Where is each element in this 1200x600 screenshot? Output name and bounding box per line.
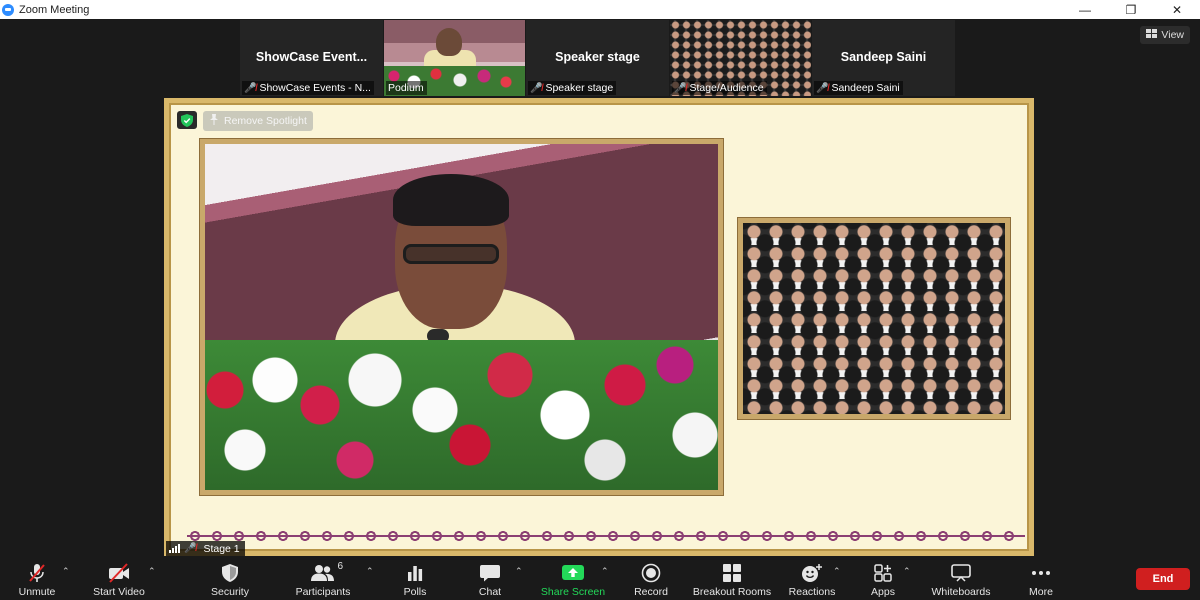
whiteboards-button[interactable]: Whiteboards [930, 560, 992, 598]
meeting-toolbar: Unmute ⌃ Start Video ⌃ Security 6 Partic… [0, 556, 1200, 600]
chat-bubble-icon [478, 563, 502, 583]
stage-name-label: 🎤̸ Stage 1 [166, 541, 245, 556]
remove-spotlight-button[interactable]: Remove Spotlight [203, 111, 313, 131]
stage-backdrop: Remove Spotlight [169, 103, 1029, 551]
start-video-button[interactable]: Start Video [90, 560, 148, 598]
decorative-border [187, 529, 1025, 543]
muted-mic-icon: 🎤̸ [530, 82, 543, 94]
muted-mic-icon: 🎤̸ [674, 82, 687, 94]
share-screen-button[interactable]: Share Screen [540, 560, 606, 598]
participant-label-text: Sandeep Saini [831, 82, 900, 94]
video-off-icon [107, 563, 131, 583]
chat-options-chevron-icon[interactable]: ⌃ [515, 566, 523, 577]
video-options-chevron-icon[interactable]: ⌃ [148, 566, 156, 577]
participant-tile-sandeep-saini[interactable]: Sandeep Saini 🎤̸ Sandeep Saini [812, 20, 955, 96]
more-ellipsis-icon [1029, 563, 1053, 583]
participant-name-label: 🎤̸ Speaker stage [528, 81, 617, 95]
security-label: Security [211, 586, 249, 598]
chat-button[interactable]: Chat [476, 560, 504, 598]
record-label: Record [634, 586, 668, 598]
share-screen-label: Share Screen [540, 586, 606, 598]
participants-label: Participants [295, 586, 351, 598]
participant-label-text: Speaker stage [545, 82, 614, 94]
audience-video-frame [738, 218, 1010, 419]
unmute-button[interactable]: Unmute [14, 560, 60, 598]
speaker-at-podium-image [205, 144, 718, 490]
participants-count: 6 [337, 561, 343, 572]
whiteboard-icon [949, 563, 973, 583]
participant-label-text: Stage/Audience [689, 82, 764, 94]
close-button[interactable]: ✕ [1154, 0, 1200, 19]
participants-icon: 6 [311, 561, 343, 583]
signal-strength-icon [169, 544, 180, 553]
more-button[interactable]: More [1026, 560, 1056, 598]
chat-label: Chat [478, 586, 502, 598]
apps-label: Apps [871, 586, 895, 598]
participants-button[interactable]: 6 Participants [292, 560, 354, 598]
polls-label: Polls [403, 586, 427, 598]
end-meeting-button[interactable]: End [1136, 568, 1190, 590]
breakout-rooms-label: Breakout Rooms [692, 586, 772, 598]
participant-display-name: Speaker stage [555, 50, 640, 64]
participant-name-label: 🎤̸ Stage/Audience [672, 81, 767, 95]
audience-image [743, 223, 1005, 414]
muted-mic-icon: 🎤̸ [184, 543, 197, 554]
participant-tile-showcase[interactable]: ShowCase Event... 🎤̸ ShowCase Events - N… [240, 20, 383, 96]
spotlight-video[interactable]: Remove Spotlight 🎤̸ Stage 1 [164, 98, 1034, 556]
security-button[interactable]: Security [205, 560, 255, 598]
polls-button[interactable]: Polls [400, 560, 430, 598]
encryption-shield-icon[interactable] [177, 111, 197, 129]
breakout-rooms-button[interactable]: Breakout Rooms [692, 560, 772, 598]
whiteboards-label: Whiteboards [931, 586, 991, 598]
participant-display-name: Sandeep Saini [840, 50, 927, 64]
participant-label-text: Podium [388, 82, 424, 94]
share-options-chevron-icon[interactable]: ⌃ [601, 566, 609, 577]
apps-options-chevron-icon[interactable]: ⌃ [903, 566, 911, 577]
zoom-logo-icon [2, 3, 14, 16]
grid-icon [1146, 29, 1158, 41]
record-button[interactable]: Record [632, 560, 670, 598]
title-bar: Zoom Meeting — ❐ ✕ [0, 0, 1200, 19]
zoom-window: Zoom Meeting — ❐ ✕ ShowCase Event... 🎤̸ … [0, 0, 1200, 600]
share-screen-arrow-icon [561, 563, 585, 583]
breakout-rooms-icon [720, 563, 744, 583]
muted-mic-icon: 🎤̸ [816, 82, 829, 94]
participant-name-label: Podium [386, 81, 427, 95]
participant-tile-stage-audience[interactable]: 🎤̸ Stage/Audience [670, 20, 811, 96]
thumbnail-strip: ShowCase Event... 🎤̸ ShowCase Events - N… [240, 20, 955, 96]
view-button[interactable]: View [1140, 26, 1190, 44]
record-icon [639, 563, 663, 583]
view-button-label: View [1161, 29, 1184, 41]
speaker-video-frame [200, 139, 723, 495]
muted-mic-icon: 🎤̸ [244, 82, 257, 94]
restore-button[interactable]: ❐ [1108, 0, 1154, 19]
stage-label-text: Stage 1 [203, 542, 240, 555]
reactions-label: Reactions [788, 586, 836, 598]
unmute-label: Unmute [18, 586, 56, 598]
start-video-label: Start Video [93, 586, 145, 598]
reactions-options-chevron-icon[interactable]: ⌃ [833, 566, 841, 577]
participant-name-label: 🎤̸ Sandeep Saini [814, 81, 903, 95]
apps-icon [871, 563, 895, 583]
more-label: More [1029, 586, 1053, 598]
participants-options-chevron-icon[interactable]: ⌃ [366, 566, 374, 577]
remove-spotlight-label: Remove Spotlight [224, 115, 307, 127]
apps-button[interactable]: Apps [868, 560, 898, 598]
participant-tile-podium[interactable]: Podium [384, 20, 525, 96]
shield-icon [218, 563, 242, 583]
participant-tile-speaker-stage[interactable]: Speaker stage 🎤̸ Speaker stage [526, 20, 669, 96]
smiley-plus-icon [800, 563, 824, 583]
reactions-button[interactable]: Reactions [788, 560, 836, 598]
pin-icon [209, 114, 219, 128]
participant-name-label: 🎤̸ ShowCase Events - N... [242, 81, 374, 95]
participant-display-name: ShowCase Event... [255, 50, 368, 64]
polls-chart-icon [403, 563, 427, 583]
participant-label-text: ShowCase Events - N... [259, 82, 371, 94]
audio-options-chevron-icon[interactable]: ⌃ [62, 566, 70, 577]
window-title: Zoom Meeting [19, 3, 90, 16]
window-controls: — ❐ ✕ [1062, 0, 1200, 19]
minimize-button[interactable]: — [1062, 0, 1108, 19]
muted-microphone-icon [25, 563, 49, 583]
